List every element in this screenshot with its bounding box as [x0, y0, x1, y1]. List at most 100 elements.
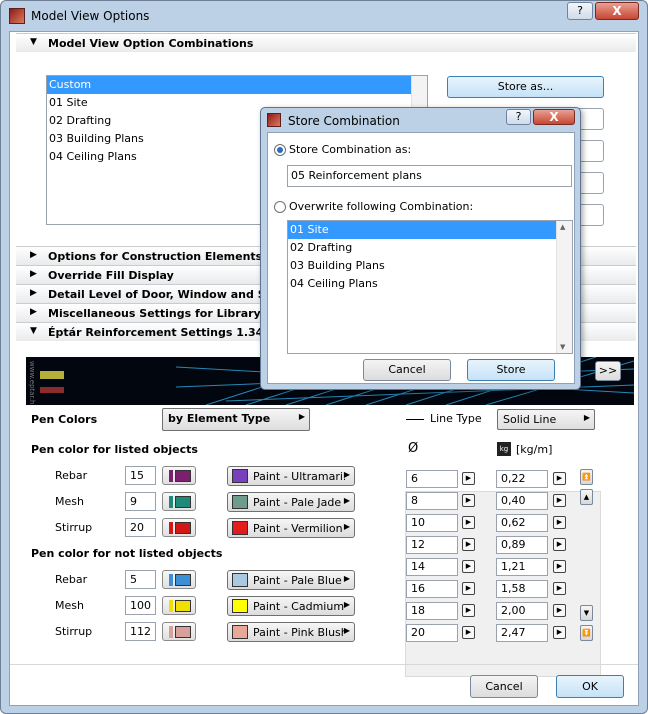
overwrite-radio[interactable]	[274, 201, 286, 213]
weight-field[interactable]: 0,62	[496, 514, 548, 532]
weight-arrow-button[interactable]: ▶	[553, 604, 566, 617]
pen-color-button[interactable]	[162, 466, 196, 485]
dialog-close-button[interactable]: X	[533, 109, 575, 125]
combination-name-input[interactable]: 05 Reinforcement plans	[287, 165, 572, 187]
pen-number-field[interactable]: 5	[125, 570, 156, 589]
diameter-arrow-button[interactable]: ▶	[462, 472, 475, 485]
weight-arrow-button[interactable]: ▶	[553, 626, 566, 639]
paint-name: Paint - Cadmium...	[253, 600, 345, 613]
pen-color-button[interactable]	[162, 570, 196, 589]
pen-color-button[interactable]	[162, 518, 196, 537]
section-label: Override Fill Display	[48, 269, 174, 282]
overwrite-list[interactable]: 01 Site 02 Drafting 03 Building Plans 04 Ce…	[287, 220, 573, 354]
banner-url: www.eptar.hu	[28, 361, 36, 405]
dialog-body: Store Combination as: 05 Reinforcement p…	[267, 132, 575, 384]
diameter-field[interactable]: 8	[406, 492, 458, 510]
surface-paint-button[interactable]: Paint - Pale Blue ▶	[227, 570, 355, 590]
dropdown-arrow-icon: ▶	[343, 470, 350, 479]
expanded-arrow-icon: ▼	[30, 326, 37, 336]
next-page-button[interactable]: >>	[595, 361, 621, 381]
section-label: Éptár Reinforcement Settings 1.34	[48, 326, 264, 339]
store-combination-dialog: Store Combination ? X Store Combination …	[260, 107, 581, 390]
list-item[interactable]: 01 Site	[288, 221, 556, 239]
pen-number-field[interactable]: 9	[125, 492, 156, 511]
dropdown-arrow-icon: ▶	[343, 496, 350, 505]
weight-field[interactable]: 0,40	[496, 492, 548, 510]
pen-color-swatch	[175, 496, 191, 508]
section-label: Detail Level of Door, Window and Skyli	[48, 288, 288, 301]
diameter-field[interactable]: 6	[406, 470, 458, 488]
diameter-arrow-button[interactable]: ▶	[462, 626, 475, 639]
dialog-cancel-button[interactable]: Cancel	[363, 359, 451, 381]
store-as-radio[interactable]	[274, 144, 286, 156]
store-as-button[interactable]: Store as...	[447, 76, 604, 98]
weight-arrow-button[interactable]: ▶	[553, 582, 566, 595]
surface-paint-button[interactable]: Paint - Vermilion ▶	[227, 518, 355, 538]
scroll-up-button[interactable]: ▲	[580, 489, 593, 505]
list-item[interactable]: 02 Drafting	[288, 239, 556, 257]
line-type-dropdown[interactable]: Solid Line ▶	[497, 409, 595, 430]
list-item[interactable]: 04 Ceiling Plans	[288, 275, 556, 293]
surface-paint-button[interactable]: Paint - Ultramari... ▶	[227, 466, 355, 486]
surface-paint-button[interactable]: Paint - Pale Jade ▶	[227, 492, 355, 512]
pen-color-button[interactable]	[162, 596, 196, 615]
diameter-arrow-button[interactable]: ▶	[462, 516, 475, 529]
diameter-field[interactable]: 14	[406, 558, 458, 576]
surface-paint-button[interactable]: Paint - Cadmium... ▶	[227, 596, 355, 616]
close-button[interactable]: X	[595, 2, 639, 20]
diameter-arrow-button[interactable]: ▶	[462, 494, 475, 507]
scroll-top-button[interactable]: ⏫	[580, 469, 593, 485]
weight-field[interactable]: 2,47	[496, 624, 548, 642]
scroll-bottom-button[interactable]: ⏬	[580, 625, 593, 641]
element-type-label: Stirrup	[55, 521, 93, 534]
title-bar[interactable]: Model View Options ? X	[1, 1, 647, 31]
weight-arrow-button[interactable]: ▶	[553, 494, 566, 507]
ok-button[interactable]: OK	[556, 675, 624, 698]
overwrite-scrollbar[interactable]: ▲ ▼	[556, 221, 572, 353]
list-item[interactable]: Custom	[47, 76, 411, 94]
pen-number-field[interactable]: 20	[125, 518, 156, 537]
weight-field[interactable]: 0,22	[496, 470, 548, 488]
element-type-label: Rebar	[55, 573, 88, 586]
diameter-field[interactable]: 10	[406, 514, 458, 532]
pen-color-button[interactable]	[162, 622, 196, 641]
dialog-store-button[interactable]: Store	[467, 359, 555, 381]
scroll-down-icon[interactable]: ▼	[560, 343, 565, 351]
diameter-field[interactable]: 20	[406, 624, 458, 642]
paint-swatch	[232, 495, 248, 509]
weight-arrow-button[interactable]: ▶	[553, 516, 566, 529]
scroll-down-button[interactable]: ▼	[580, 605, 593, 621]
diameter-arrow-button[interactable]: ▶	[462, 604, 475, 617]
pen-number-field[interactable]: 112	[125, 622, 156, 641]
list-item[interactable]: 03 Building Plans	[288, 257, 556, 275]
pen-number-field[interactable]: 15	[125, 466, 156, 485]
diameter-field[interactable]: 12	[406, 536, 458, 554]
pen-color-button[interactable]	[162, 492, 196, 511]
dialog-help-button[interactable]: ?	[506, 109, 531, 125]
cancel-button[interactable]: Cancel	[470, 675, 538, 698]
weight-arrow-button[interactable]: ▶	[553, 472, 566, 485]
help-button[interactable]: ?	[567, 2, 593, 20]
weight-field[interactable]: 2,00	[496, 602, 548, 620]
dropdown-arrow-icon: ▶	[343, 600, 350, 609]
diameter-arrow-button[interactable]: ▶	[462, 560, 475, 573]
pen-number-field[interactable]: 100	[125, 596, 156, 615]
scroll-up-icon[interactable]: ▲	[560, 223, 565, 231]
element-type-label: Rebar	[55, 469, 88, 482]
section-combinations[interactable]: ▼ Model View Option Combinations	[16, 33, 636, 52]
collapsed-arrow-icon: ▶	[30, 250, 37, 260]
surface-paint-button[interactable]: Paint - Pink Blush ▶	[227, 622, 355, 642]
pen-colors-dropdown[interactable]: by Element Type ▶	[162, 408, 310, 431]
weight-arrow-button[interactable]: ▶	[553, 538, 566, 551]
weight-arrow-button[interactable]: ▶	[553, 560, 566, 573]
paint-swatch	[232, 599, 248, 613]
weight-field[interactable]: 0,89	[496, 536, 548, 554]
weight-field[interactable]: 1,58	[496, 580, 548, 598]
diameter-arrow-button[interactable]: ▶	[462, 582, 475, 595]
kg-icon: kg	[497, 442, 511, 456]
diameter-field[interactable]: 18	[406, 602, 458, 620]
diameter-field[interactable]: 16	[406, 580, 458, 598]
expanded-arrow-icon: ▼	[30, 37, 37, 47]
weight-field[interactable]: 1,21	[496, 558, 548, 576]
diameter-arrow-button[interactable]: ▶	[462, 538, 475, 551]
